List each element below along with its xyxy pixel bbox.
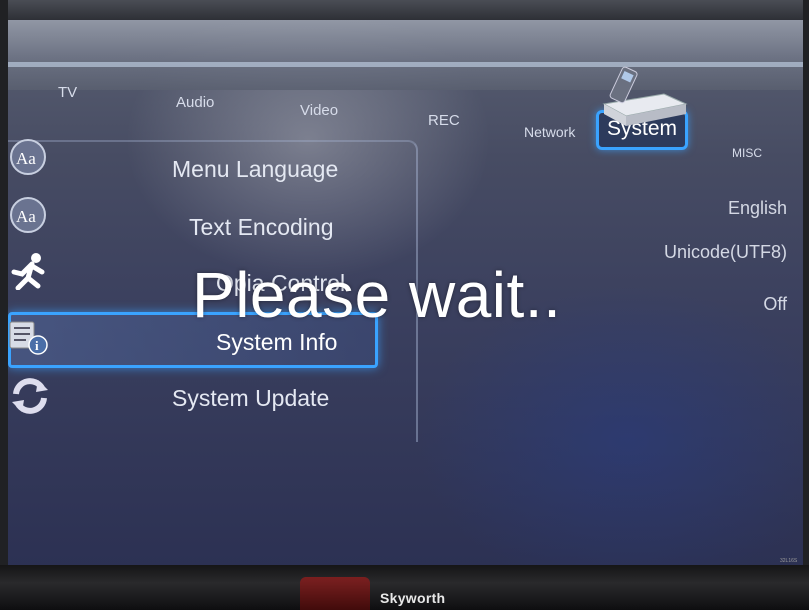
menu-item-system-update[interactable]: System Update — [172, 385, 329, 412]
tab-video[interactable]: Video — [300, 102, 338, 119]
menu-item-text-encoding[interactable]: Text Encoding — [189, 214, 333, 241]
please-wait-message: Please wait.. — [192, 259, 562, 331]
menu-item-menu-language[interactable]: Menu Language — [172, 156, 338, 183]
tv-bezel-left — [0, 0, 8, 610]
svg-text:i: i — [35, 338, 39, 353]
svg-text:Aa: Aa — [16, 207, 36, 226]
set-top-box-icon — [602, 66, 688, 126]
language-icon: Aa — [10, 197, 46, 233]
text-encoding-value: Unicode(UTF8) — [663, 242, 787, 262]
tab-misc[interactable]: MISC — [732, 146, 762, 160]
model-tag: 32L16S — [780, 558, 798, 564]
tv-screen: TV Audio Video REC Network System MISC A… — [8, 20, 803, 568]
brand-logo: Skyworth — [380, 590, 446, 606]
svg-text:Aa: Aa — [16, 149, 36, 168]
tv-bezel-right — [803, 0, 809, 610]
menu-language-value: English — [727, 198, 787, 218]
tab-tv[interactable]: TV — [58, 84, 77, 101]
tv-bezel-top — [0, 0, 809, 22]
update-icon — [12, 378, 48, 414]
tab-audio[interactable]: Audio — [176, 94, 214, 111]
info-icon: i — [9, 321, 48, 355]
opia-control-value: Off — [763, 294, 787, 314]
menu-item-system-info[interactable]: System Info — [216, 329, 337, 356]
language-icon: Aa — [10, 139, 46, 175]
red-object — [300, 577, 370, 610]
running-man-icon — [11, 253, 45, 290]
tab-rec[interactable]: REC — [428, 112, 460, 129]
tab-network[interactable]: Network — [524, 124, 575, 140]
